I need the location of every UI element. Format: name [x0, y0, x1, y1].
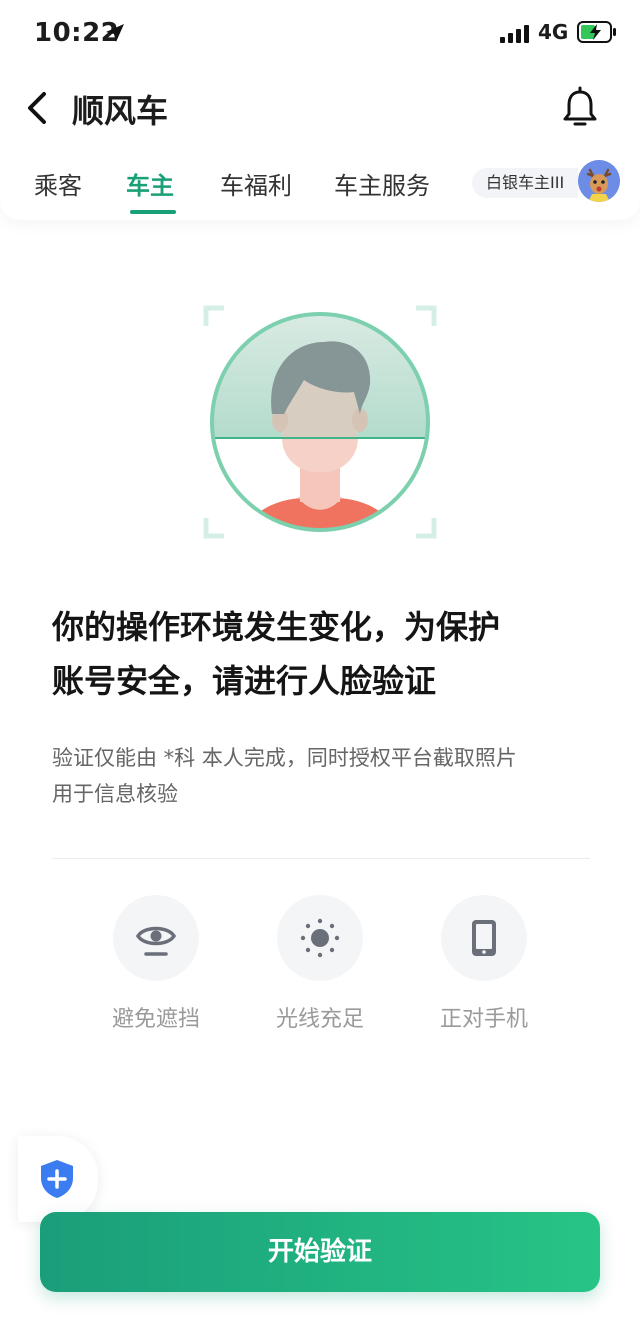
tip-face-phone: 正对手机: [414, 895, 554, 1033]
status-bar: 10:22 4G: [0, 0, 640, 70]
tip-label: 避免遮挡: [111, 1007, 200, 1032]
network-type: 4G: [538, 20, 569, 44]
verification-description: 验证仅能由 *科 本人完成，同时授权平台截取照片 用于信息核验: [52, 740, 592, 812]
description-line-1: 验证仅能由 *科 本人完成，同时授权平台截取照片: [52, 746, 517, 770]
tab-bar: 乘客 车主 车福利 车主服务 白银车主III: [0, 148, 640, 220]
tab-driver[interactable]: 车主: [126, 166, 174, 201]
tip-label: 正对手机: [439, 1007, 528, 1032]
safety-shield-button[interactable]: [18, 1136, 98, 1222]
tab-driver-services[interactable]: 车主服务: [334, 166, 430, 201]
phone-icon: [472, 920, 496, 956]
bell-icon[interactable]: [560, 86, 600, 130]
location-arrow-icon: [106, 24, 124, 42]
active-tab-indicator: [130, 210, 176, 214]
divider: [52, 858, 590, 859]
headline-line-1: 你的操作环境发生变化，为保护: [52, 608, 501, 646]
tab-driver-benefits[interactable]: 车福利: [220, 166, 292, 201]
nav-header: 顺风车: [0, 70, 640, 146]
deer-avatar-icon: [578, 160, 620, 202]
headline-line-2: 账号安全，请进行人脸验证: [52, 662, 437, 700]
tip-good-lighting: 光线充足: [250, 895, 390, 1033]
face-scan-illustration: [203, 305, 437, 539]
driver-level-badge[interactable]: 白银车主III: [472, 168, 579, 198]
shield-plus-icon: [41, 1160, 73, 1198]
sun-icon: [300, 918, 340, 958]
back-arrow-icon[interactable]: [22, 88, 50, 128]
signal-icon: [500, 25, 530, 43]
tab-passenger[interactable]: 乘客: [34, 166, 82, 201]
description-line-2: 用于信息核验: [52, 782, 178, 806]
eye-icon: [136, 926, 176, 956]
page-title: 顺风车: [72, 92, 169, 130]
battery-charging-icon: [577, 21, 616, 43]
tip-avoid-obstruction: 避免遮挡: [86, 895, 226, 1033]
tip-label: 光线充足: [275, 1007, 364, 1032]
avatar[interactable]: [578, 160, 620, 202]
verification-headline: 你的操作环境发生变化，为保护 账号安全，请进行人脸验证: [52, 600, 592, 708]
start-verification-button[interactable]: 开始验证: [40, 1212, 600, 1292]
